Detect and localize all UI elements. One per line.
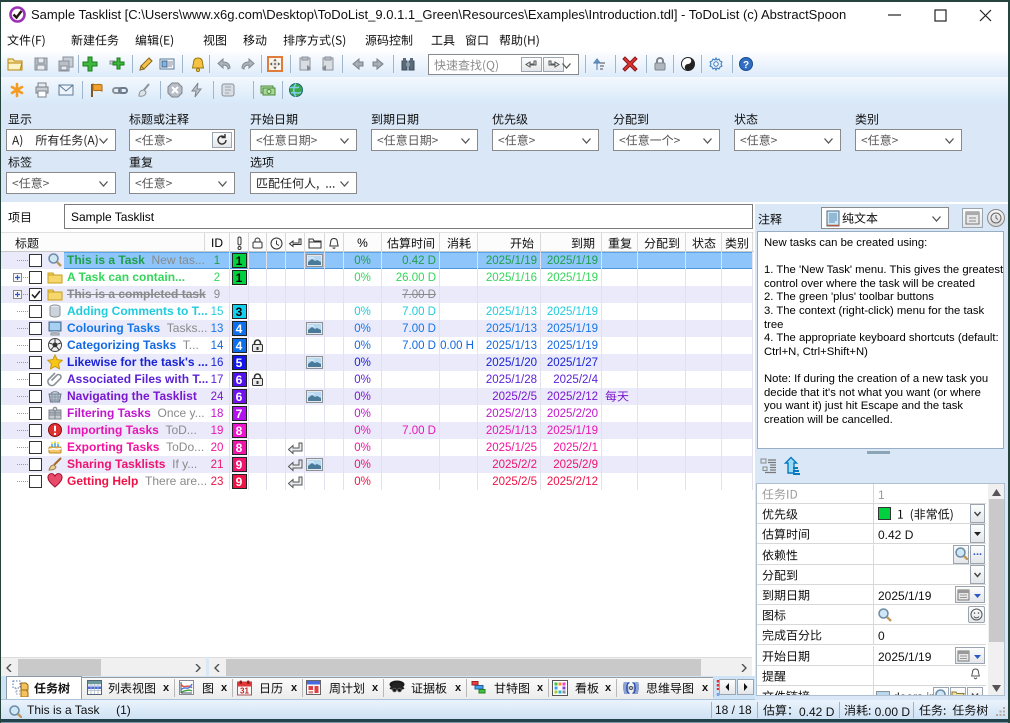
svg-text:?: ? <box>743 60 749 71</box>
svg-text:31: 31 <box>240 687 249 696</box>
